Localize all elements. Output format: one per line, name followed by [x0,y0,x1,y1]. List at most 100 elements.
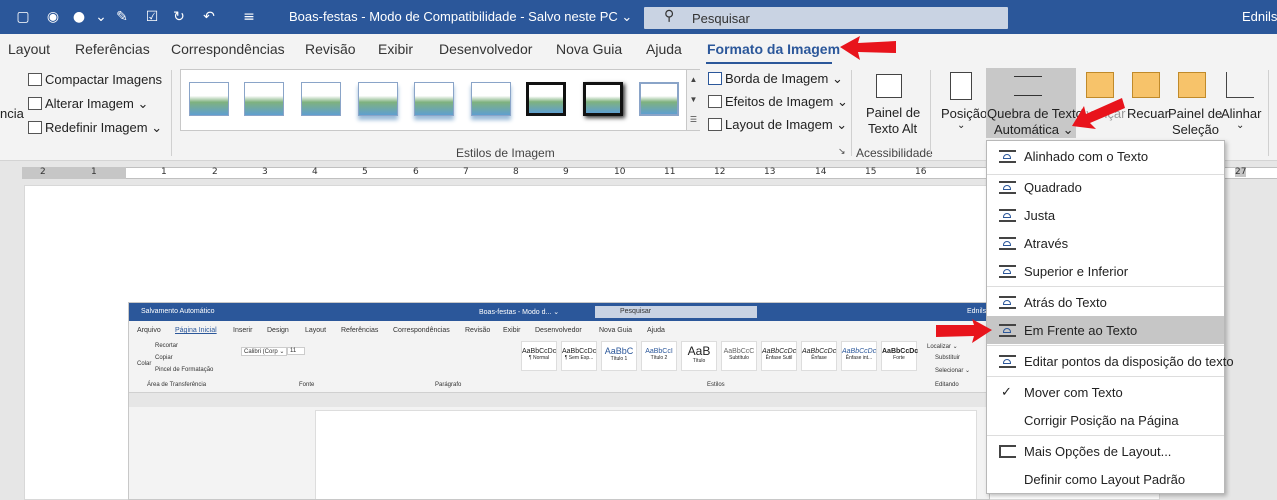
picture-effects-label: Efeitos de Imagem ⌄ [725,94,848,109]
form-icon[interactable]: ✎ [113,8,131,26]
picture-style-7[interactable] [526,82,566,116]
menu-item-move-with-text[interactable]: ✓ Mover com Texto [987,378,1224,406]
picture-layout-label: Layout de Imagem ⌄ [725,117,848,132]
embedded-cut: Recortar [155,343,179,349]
bring-forward-icon[interactable] [1086,72,1114,98]
menu-separator [987,435,1224,436]
send-backward-icon[interactable] [1132,72,1160,98]
embedded-style-subtitle: AaBbCcC Subtítulo [721,341,757,371]
tab-nova-guia[interactable]: Nova Guia [556,41,622,57]
separator [851,70,852,156]
ruler-number: 13 [764,167,776,177]
alt-text-label-2[interactable]: Texto Alt [868,121,917,136]
document-title: Boas-festas - Modo de Compatibilidade - … [289,9,633,24]
compress-icon [28,73,42,86]
picture-style-5[interactable] [414,82,454,116]
cut-off-label: ncia [0,106,24,121]
position-dropdown-icon[interactable]: ⌄ [957,120,965,131]
embedded-style-subtle: AaBbCcDc Ênfase Sutil [761,341,797,371]
menu-item-set-default[interactable]: Definir como Layout Padrão [987,465,1224,493]
search-box[interactable]: ⚲ Pesquisar [644,7,1008,29]
picture-style-9[interactable] [639,82,679,116]
tab-referencias[interactable]: Referências [75,41,150,57]
save-icon[interactable]: ◉ [44,8,62,26]
gallery-scroll-up-icon[interactable]: ▲ [686,70,700,90]
record-icon[interactable]: ● [70,8,88,26]
change-picture-icon [28,97,42,110]
align-dropdown-icon[interactable]: ⌄ [1236,120,1244,131]
embedded-tab: Inserir [233,327,253,334]
red-arrow-icon [936,319,992,343]
embedded-style-h1: AaBbC Título 1 [601,341,637,371]
embedded-style-sample: AaBbCcC [723,348,755,355]
picture-style-1[interactable] [189,82,229,116]
tab-formato-da-imagem[interactable]: Formato da Imagem [707,41,840,57]
menu-item-more-layout-options[interactable]: Mais Opções de Layout... [987,437,1224,465]
quick-access-dropdown-icon[interactable]: ⌄ [92,8,110,26]
embedded-tab: Referências [341,327,379,334]
styles-dialog-launcher-icon[interactable]: ↘ [838,146,846,157]
selection-pane-icon[interactable] [1178,72,1206,98]
menu-item-top-bottom[interactable]: Superior e Inferior [987,257,1224,285]
embedded-paste: Colar [137,361,152,367]
gallery-scroll-down-icon[interactable]: ▼ [686,90,700,110]
picture-style-8[interactable] [583,82,623,116]
selection-pane-label-1[interactable]: Painel de [1168,106,1222,121]
position-label[interactable]: Posição [941,106,987,121]
ruler-number: 9 [563,167,569,177]
ruler-number: 3 [262,167,268,177]
picture-style-4[interactable] [358,82,398,116]
alt-text-icon[interactable] [876,74,902,98]
align-icon[interactable] [1226,72,1254,98]
embedded-copy: Copiar [155,355,173,361]
menu-item-in-line[interactable]: Alinhado com o Texto [987,142,1224,170]
reset-picture-button[interactable]: Redefinir Imagem ⌄ [28,120,162,136]
tab-revisao[interactable]: Revisão [305,41,356,57]
alt-text-label-1[interactable]: Painel de [866,105,920,120]
picture-style-3[interactable] [301,82,341,116]
autosave-toggle-icon[interactable]: ▢ [14,8,32,26]
embedded-tab-active: Página Inicial [175,327,217,334]
embedded-style-emphasis: AaBbCcDc Ênfase [801,341,837,371]
user-name[interactable]: Ednilso [1242,9,1277,24]
tab-exibir[interactable]: Exibir [378,41,413,57]
tab-layout[interactable]: Layout [8,41,50,57]
menu-item-in-front-of-text[interactable]: Em Frente ao Texto [987,316,1224,344]
menu-item-behind-text[interactable]: Atrás do Texto [987,288,1224,316]
picture-style-6[interactable] [471,82,511,116]
customize-toolbar-icon[interactable]: ≡ [240,8,258,26]
embedded-font-group: Fonte [299,382,315,388]
embedded-tab: Arquivo [137,327,161,334]
embedded-ruler [129,393,989,407]
align-label[interactable]: Alinhar [1221,106,1261,121]
picture-style-2[interactable] [244,82,284,116]
menu-item-label: Quadrado [1024,180,1082,195]
redo-icon[interactable]: ↻ [170,8,188,26]
position-icon[interactable] [950,72,972,100]
search-icon: ⚲ [664,8,675,24]
menu-item-edit-wrap-points[interactable]: Editar pontos da disposição do texto [987,347,1234,375]
picture-border-button[interactable]: Borda de Imagem ⌄ [708,71,843,87]
square-wrap-icon [999,181,1016,194]
selection-pane-label-2[interactable]: Seleção [1172,122,1219,137]
undo-icon[interactable]: ↶ [200,8,218,26]
embedded-screenshot-image[interactable]: Salvamento Automático Boas-festas - Modo… [128,302,990,500]
change-picture-button[interactable]: Alterar Imagem ⌄ [28,96,148,112]
menu-item-tight[interactable]: Justa [987,201,1224,229]
check-icon[interactable]: ☑ [143,8,161,26]
tab-correspondencias[interactable]: Correspondências [171,41,285,57]
tab-desenvolvedor[interactable]: Desenvolvedor [439,41,532,57]
compress-label: Compactar Imagens [45,72,163,87]
ruler-number: 14 [815,167,827,177]
menu-item-square[interactable]: Quadrado [987,173,1224,201]
tab-ajuda[interactable]: Ajuda [646,41,682,57]
menu-item-through[interactable]: Através [987,229,1224,257]
menu-item-fix-position[interactable]: Corrigir Posição na Página [987,406,1224,434]
picture-effects-button[interactable]: Efeitos de Imagem ⌄ [708,94,848,110]
gallery-more-icon[interactable]: ☰ [686,110,700,130]
send-backward-label[interactable]: Recuar [1127,106,1169,121]
menu-separator [987,345,1224,346]
compress-pictures-button[interactable]: Compactar Imagens [28,72,162,87]
picture-layout-button[interactable]: Layout de Imagem ⌄ [708,117,847,133]
red-arrow-icon [840,36,896,60]
